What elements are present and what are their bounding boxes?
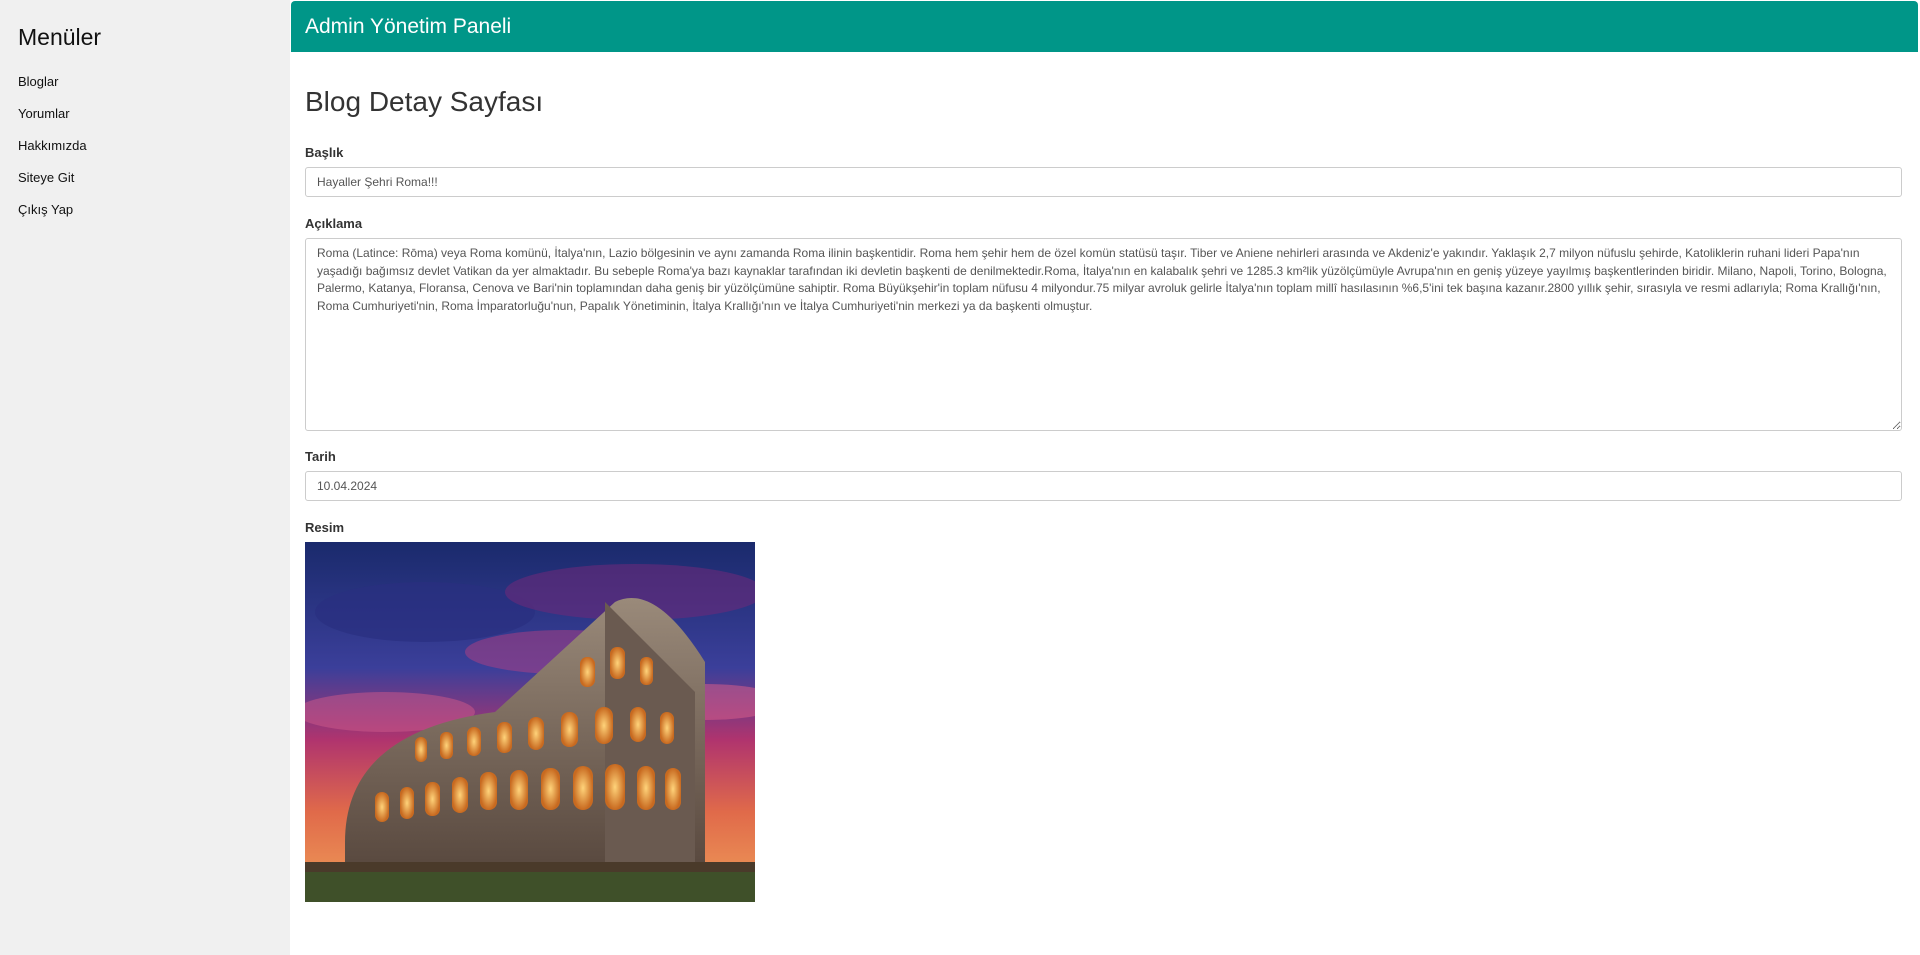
sidebar-menu: Bloglar Yorumlar Hakkımızda Siteye Git Ç… bbox=[18, 74, 290, 234]
blog-image bbox=[305, 542, 755, 902]
date-input[interactable] bbox=[305, 471, 1902, 501]
title-input[interactable] bbox=[305, 167, 1902, 197]
sidebar-item-cikis-yap[interactable]: Çıkış Yap bbox=[18, 202, 290, 234]
app-root: Menüler Bloglar Yorumlar Hakkımızda Site… bbox=[0, 0, 1920, 955]
sidebar-title: Menüler bbox=[18, 24, 102, 50]
sidebar-item-bloglar[interactable]: Bloglar bbox=[18, 74, 290, 106]
sidebar-item-hakkimizda[interactable]: Hakkımızda bbox=[18, 138, 290, 170]
title-label: Başlık bbox=[305, 145, 344, 160]
image-label: Resim bbox=[305, 520, 345, 535]
colosseum-picture bbox=[305, 542, 755, 902]
date-label: Tarih bbox=[305, 449, 336, 464]
top-header-bar: Admin Yönetim Paneli bbox=[291, 1, 1918, 52]
sidebar-item-yorumlar[interactable]: Yorumlar bbox=[18, 106, 290, 138]
sidebar: Menüler Bloglar Yorumlar Hakkımızda Site… bbox=[0, 0, 290, 955]
main-panel: Admin Yönetim Paneli Blog Detay Sayfası … bbox=[291, 1, 1918, 955]
header-title: Admin Yönetim Paneli bbox=[305, 14, 512, 38]
description-textarea[interactable]: Roma (Latince: Rōma) veya Roma komünü, İ… bbox=[305, 238, 1902, 431]
main-content: Blog Detay Sayfası Başlık Açıklama Roma … bbox=[291, 86, 1918, 902]
page-title: Blog Detay Sayfası bbox=[305, 86, 544, 117]
description-label: Açıklama bbox=[305, 216, 363, 231]
sidebar-item-siteye-git[interactable]: Siteye Git bbox=[18, 170, 290, 202]
